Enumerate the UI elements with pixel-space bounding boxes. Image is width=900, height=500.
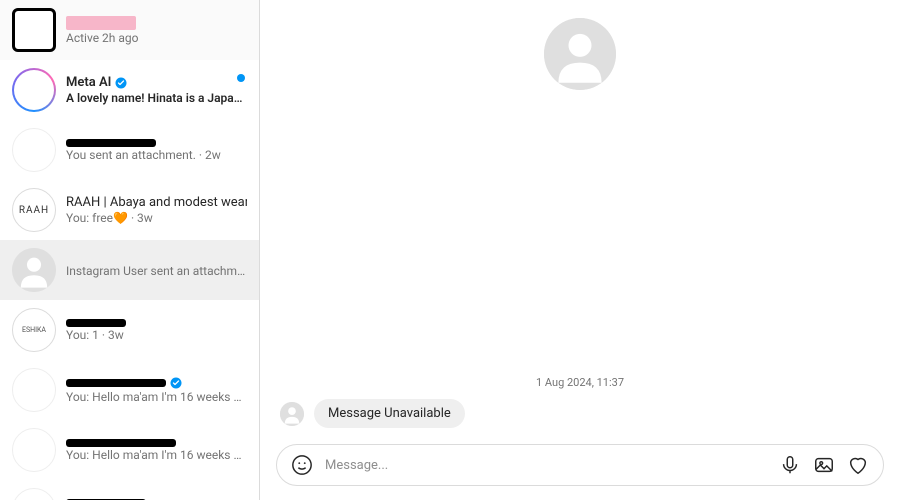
thread-title: Meta AI <box>66 75 111 90</box>
thread-body: You: 1 · 3w <box>66 319 247 342</box>
chat-panel: 1 Aug 2024, 11:37 Message Unavailable <box>260 0 900 500</box>
redacted-name <box>66 439 176 447</box>
redacted-name <box>66 16 136 30</box>
thread-item[interactable]: RAAH RAAH | Abaya and modest wear You: f… <box>0 180 259 240</box>
thread-item[interactable]: Meta AI A lovely name! Hinata is a Japan… <box>0 60 259 120</box>
message-timestamp: 1 Aug 2024, 11:37 <box>260 370 900 399</box>
thread-title: RAAH | Abaya and modest wear <box>66 195 247 210</box>
redacted-name <box>66 319 126 327</box>
chat-spacer <box>260 90 900 370</box>
thread-sub: A lovely name! Hinata is a Japanese na..… <box>66 91 247 105</box>
thread-body: Meta AI A lovely name! Hinata is a Japan… <box>66 75 247 105</box>
thread-body: Active 2h ago <box>66 16 247 45</box>
heart-icon[interactable] <box>847 454 869 476</box>
redacted-name <box>66 379 166 387</box>
image-icon[interactable] <box>813 454 835 476</box>
avatar <box>12 368 56 412</box>
thread-sub: You: 1 · 3w <box>66 328 247 342</box>
thread-item[interactable]: You sent an attachment. · 2w <box>0 120 259 180</box>
thread-body: Instagram User sent an attachment. · 3w <box>66 263 247 278</box>
avatar: ESHIKA <box>12 308 56 352</box>
thread-body: You: Hello ma'am I'm 16 weeks pregnant a… <box>66 377 247 404</box>
thread-sub: You: Hello ma'am I'm 16 weeks pregnant a… <box>66 390 247 404</box>
thread-item[interactable]: Active 2h ago <box>0 480 259 500</box>
verified-icon <box>170 377 182 389</box>
chat-header <box>260 0 900 90</box>
thread-item-selected[interactable]: Instagram User sent an attachment. · 3w <box>0 240 259 300</box>
voice-icon[interactable] <box>779 454 801 476</box>
avatar-raah: RAAH <box>12 188 56 232</box>
redacted-name <box>66 139 156 147</box>
emoji-icon[interactable] <box>291 454 313 476</box>
thread-body: You sent an attachment. · 2w <box>66 139 247 162</box>
thread-sub: You sent an attachment. · 2w <box>66 148 247 162</box>
thread-sub: Active 2h ago <box>66 31 247 45</box>
thread-body: RAAH | Abaya and modest wear You: free🧡 … <box>66 195 247 225</box>
message-bubble: Message Unavailable <box>314 399 465 428</box>
conversation-list[interactable]: Active 2h ago Meta AI A lovely name! Hin… <box>0 0 260 500</box>
thread-item[interactable]: You: Hello ma'am I'm 16 weeks pregnant a… <box>0 360 259 420</box>
thread-sub: You: free🧡 · 3w <box>66 211 247 225</box>
message-input[interactable] <box>325 458 767 473</box>
thread-item[interactable]: ESHIKA You: 1 · 3w <box>0 300 259 360</box>
avatar <box>12 128 56 172</box>
message-row: Message Unavailable <box>260 399 900 438</box>
message-composer[interactable] <box>276 444 884 486</box>
verified-icon <box>115 77 127 89</box>
thread-body: You: Hello ma'am I'm 16 weeks pregnant a… <box>66 439 247 462</box>
message-avatar <box>280 402 304 426</box>
avatar <box>12 488 56 500</box>
unread-dot-icon <box>237 74 245 82</box>
avatar-default <box>12 248 56 292</box>
avatar-meta-ai <box>12 68 56 112</box>
thread-item[interactable]: Active 2h ago <box>0 0 259 60</box>
avatar <box>12 428 56 472</box>
chat-avatar <box>544 18 616 90</box>
avatar <box>12 8 56 52</box>
thread-sub: You: Hello ma'am I'm 16 weeks pregnant a… <box>66 448 247 462</box>
thread-sub: Instagram User sent an attachment. · 3w <box>66 264 247 278</box>
thread-item[interactable]: You: Hello ma'am I'm 16 weeks pregnant a… <box>0 420 259 480</box>
